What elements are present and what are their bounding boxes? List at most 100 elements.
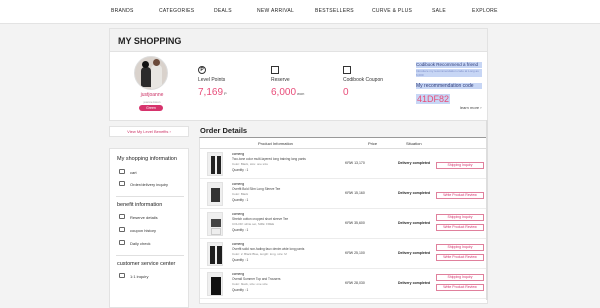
write-review-button[interactable]: Write Product Review — [436, 254, 484, 261]
product-option: COLOR: white set, SIZE: FREE — [232, 222, 275, 226]
page-header: MY SHOPPING — [109, 28, 488, 52]
product-price: KRW 28,030 — [345, 281, 365, 285]
sidebar-item-coupon-history[interactable]: coupon history — [130, 228, 156, 233]
level-points-unit: P — [224, 91, 227, 96]
nav-brands[interactable]: BRANDS — [111, 8, 134, 14]
username: justjoanne — [140, 92, 164, 98]
order-table: Product Information Price Situation ccme… — [199, 137, 488, 304]
user-subname: joanne.kwon — [143, 100, 161, 104]
col-price: Price — [368, 141, 378, 146]
sidebar-section-shopping: My shopping information — [117, 156, 177, 162]
coupon-history-icon — [119, 227, 125, 232]
reserve-unit: won — [297, 91, 305, 96]
reserve-stat[interactable]: Reserve 6,000won — [271, 66, 304, 98]
product-price: KRW 35,600 — [345, 221, 365, 225]
scrollbar[interactable] — [486, 120, 488, 300]
order-row: ccmeng Overfit solid non-fading faux den… — [200, 240, 487, 269]
reserve-value: 6,000 — [271, 87, 297, 98]
product-option: Color: 2. Black Blue, length: long, size… — [232, 252, 287, 256]
coupon-stat[interactable]: Codibook Coupon 0 — [343, 66, 383, 98]
coupon-value: 0 — [343, 87, 349, 98]
sidebar-item-inquiry[interactable]: 1:1 inquiry — [130, 274, 148, 279]
product-name[interactable]: Overall Summer Top and Trousers — [232, 277, 342, 281]
col-situation: Situation — [406, 141, 422, 146]
page-title: MY SHOPPING — [118, 36, 182, 46]
write-review-button[interactable]: Write Product Review — [436, 192, 484, 199]
product-name[interactable]: Two-tone color multi-layered long traini… — [232, 157, 342, 161]
product-price: KRW 13,170 — [345, 161, 365, 165]
product-name[interactable]: Overfit Bold Slim Long Sleeve Tee — [232, 187, 342, 191]
order-status: Delivery completed — [398, 281, 431, 285]
order-row: ccmeng Overall Summer Top and Trousers C… — [200, 270, 487, 299]
reserve-icon — [119, 214, 125, 219]
product-thumbnail[interactable] — [207, 212, 223, 236]
shipping-inquiry-button[interactable]: Shipping Inquiry — [436, 274, 484, 281]
col-product: Product Information — [258, 141, 293, 146]
calendar-icon — [119, 240, 125, 245]
sidebar-item-cart[interactable]: cart — [130, 170, 137, 175]
nav-curve-plus[interactable]: CURVE & PLUS — [372, 8, 412, 14]
nav-deals[interactable]: DEALS — [214, 8, 232, 14]
recommend-box: Codibook Recommend a friend Introduce my… — [416, 62, 482, 110]
sidebar-item-reserve[interactable]: Reserve details — [130, 215, 158, 220]
inquiry-icon — [119, 273, 125, 278]
sidebar-section-support: customer service center — [117, 261, 176, 267]
product-thumbnail[interactable] — [207, 272, 223, 296]
nav-bestsellers[interactable]: BESTSELLERS — [315, 8, 354, 14]
sidebar-section-benefit: benefit information — [117, 202, 163, 208]
nav-sale[interactable]: SALE — [432, 8, 446, 14]
product-thumbnail[interactable] — [207, 242, 223, 266]
product-brand: ccmeng — [232, 242, 245, 246]
level-points-stat[interactable]: P Level Points 7,169P — [198, 66, 227, 98]
coupon-label: Codibook Coupon — [343, 77, 384, 83]
product-name[interactable]: Stretch cotton cropped short sleeve Tee — [232, 217, 342, 221]
write-review-button[interactable]: Write Product Review — [436, 284, 484, 291]
top-navigation: BRANDS CATEGORIES DEALS NEW ARRIVAL BEST… — [0, 0, 600, 24]
product-quantity: Quantity : 1 — [232, 198, 249, 202]
order-row: ccmeng Stretch cotton cropped short slee… — [200, 210, 487, 239]
cart-icon — [119, 169, 125, 174]
write-review-button[interactable]: Write Product Review — [436, 224, 484, 231]
product-quantity: Quantity : 1 — [232, 168, 249, 172]
grade-badge: Green — [139, 105, 163, 111]
shipping-inquiry-button[interactable]: Shipping Inquiry — [436, 214, 484, 221]
product-price: KRW 15,160 — [345, 191, 365, 195]
product-name[interactable]: Overfit solid non-fading faux denim wide… — [232, 247, 342, 251]
product-quantity: Quantity : 1 — [232, 228, 249, 232]
nav-new-arrival[interactable]: NEW ARRIVAL — [257, 8, 294, 14]
summary-panel: justjoanne joanne.kwon Green P Level Poi… — [109, 51, 488, 121]
product-thumbnail[interactable] — [207, 182, 223, 206]
order-row: ccmeng Two-tone color multi-layered long… — [200, 150, 487, 179]
product-brand: ccmeng — [232, 212, 245, 216]
points-icon: P — [198, 66, 206, 74]
learn-more-link[interactable]: learn more › — [460, 105, 482, 110]
wallet-icon — [271, 66, 279, 74]
order-status: Delivery completed — [398, 161, 431, 165]
order-status: Delivery completed — [398, 251, 431, 255]
nav-explore[interactable]: EXPLORE — [472, 8, 498, 14]
avatar[interactable] — [134, 56, 168, 90]
level-benefits-button[interactable]: View My Level Benefits › — [109, 126, 189, 137]
product-option: Color: black, size: one size — [232, 282, 268, 286]
sidebar-item-daily-check[interactable]: Daily check — [130, 241, 150, 246]
order-details-title: Order Details — [200, 126, 248, 135]
shipping-inquiry-button[interactable]: Shipping Inquiry — [436, 162, 484, 169]
order-status: Delivery completed — [398, 191, 431, 195]
order-status: Delivery completed — [398, 221, 431, 225]
nav-categories[interactable]: CATEGORIES — [159, 8, 194, 14]
product-price: KRW 25,100 — [345, 251, 365, 255]
level-points-label: Level Points — [198, 77, 226, 83]
level-points-value: 7,169 — [198, 87, 224, 98]
recommend-desc: Introduce my recommendation code at Long… — [416, 69, 482, 77]
sidebar-item-order-inquiry[interactable]: Order/delivery inquiry — [130, 182, 168, 187]
product-brand: ccmeng — [232, 152, 245, 156]
product-thumbnail[interactable] — [207, 152, 223, 176]
sidebar-menu: My shopping information cart Order/deliv… — [109, 148, 189, 308]
product-quantity: Quantity : 1 — [232, 288, 249, 292]
reserve-label: Reserve — [271, 77, 290, 83]
product-option: Color: Black, size: one size — [232, 162, 269, 166]
recommend-code: 41DF82 — [416, 94, 451, 104]
shipping-inquiry-button[interactable]: Shipping Inquiry — [436, 244, 484, 251]
recommend-title: Codibook Recommend a friend — [416, 62, 482, 68]
order-row: ccmeng Overfit Bold Slim Long Sleeve Tee… — [200, 180, 487, 209]
